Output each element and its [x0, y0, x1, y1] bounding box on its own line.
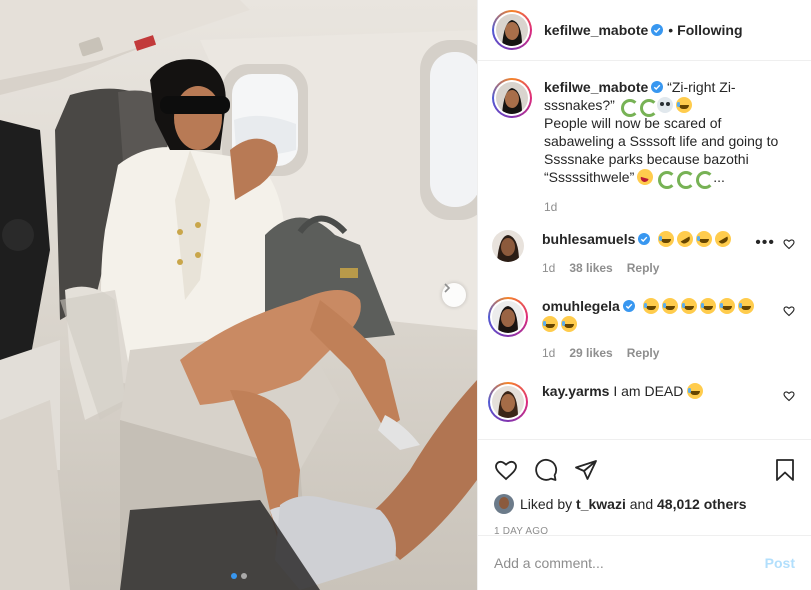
post-side-panel: kefilwe_mabote • Following kefilwe_mabot… — [477, 0, 811, 590]
window-2 — [420, 40, 477, 220]
verified-badge-icon — [651, 24, 664, 36]
snake-emoji — [694, 169, 715, 189]
following-button[interactable]: Following — [677, 22, 742, 38]
avatar-photo — [496, 14, 528, 46]
post-timestamp[interactable]: 1 DAY AGO — [478, 514, 811, 537]
rofl-emoji — [674, 228, 697, 250]
avatar-photo — [492, 301, 524, 333]
comment-likes[interactable]: 38 likes — [569, 259, 612, 277]
caption-age: 1d — [544, 200, 558, 214]
laugh-emoji — [696, 231, 713, 247]
comment-age: 1d — [542, 261, 556, 275]
laugh-emoji — [699, 298, 716, 314]
carousel-dot-2 — [240, 573, 247, 579]
add-comment-bar: Add a comment... Post — [478, 535, 811, 590]
caption: kefilwe_mabote “Zi-right Zi-sssnakes?” P… — [492, 78, 795, 216]
caption-username[interactable]: kefilwe_mabote — [544, 79, 648, 95]
post-comment-button[interactable]: Post — [765, 555, 795, 571]
skull-emoji — [656, 97, 673, 113]
author-avatar[interactable] — [492, 10, 532, 50]
liked-by-others[interactable]: 48,012 others — [657, 496, 747, 512]
laugh-emoji — [658, 231, 675, 247]
laugh-emoji — [687, 383, 704, 399]
follow-separator: • — [668, 22, 674, 38]
comment-text: I am DEAD — [613, 383, 684, 399]
comment-username[interactable]: omuhlegela — [542, 298, 620, 314]
laugh-emoji — [737, 298, 754, 314]
more-options-icon[interactable]: ••• — [755, 234, 775, 252]
comment-username[interactable]: buhlesamuels — [542, 231, 635, 247]
snake-emoji — [638, 97, 658, 117]
zany-face-emoji — [635, 167, 656, 187]
laugh-emoji — [718, 298, 735, 314]
laugh-emoji — [642, 298, 659, 314]
comment-item: buhlesamuels 1d 38 likes Reply ••• — [492, 228, 795, 277]
comment-item: omuhlegela 1d 29 likes Reply — [488, 297, 795, 362]
snake-emoji — [675, 169, 696, 189]
instagram-post: kefilwe_mabote • Following kefilwe_mabot… — [0, 0, 811, 590]
post-header: kefilwe_mabote • Following — [478, 0, 811, 61]
heart-icon[interactable] — [783, 238, 795, 250]
snake-emoji — [619, 97, 639, 117]
commenter-avatar[interactable] — [488, 297, 528, 337]
avatar-photo — [492, 386, 524, 418]
add-comment-input[interactable]: Add a comment... — [494, 555, 765, 571]
author-username[interactable]: kefilwe_mabote — [544, 22, 648, 38]
snake-emoji — [656, 169, 677, 189]
liked-by-user[interactable]: t_kwazi — [576, 496, 626, 512]
carousel-dot-1 — [230, 573, 237, 579]
comment-age: 1d — [542, 346, 556, 360]
caption-avatar[interactable] — [492, 78, 532, 118]
comment-bubble-icon[interactable] — [534, 458, 558, 482]
liked-by-prefix: Liked by — [520, 496, 573, 512]
comment-item: kay.yarms I am DEAD — [488, 382, 795, 422]
chevron-right-icon — [444, 283, 451, 293]
verified-badge-icon — [622, 300, 635, 312]
avatar-photo — [496, 82, 528, 114]
comment-username[interactable]: kay.yarms — [542, 383, 609, 399]
commenter-avatar[interactable] — [488, 382, 528, 422]
like-heart-icon[interactable] — [494, 458, 518, 482]
share-send-icon[interactable] — [574, 458, 598, 482]
laugh-emoji — [661, 298, 678, 314]
verified-badge-icon — [638, 233, 651, 245]
likes-summary: Liked by t_kwazi and 48,012 others — [478, 488, 811, 514]
verified-badge-icon — [651, 81, 664, 93]
laugh-emoji — [675, 97, 692, 113]
photo-illustration — [0, 0, 477, 590]
avatar-photo — [492, 230, 524, 262]
heart-icon[interactable] — [783, 390, 795, 402]
reply-button[interactable]: Reply — [627, 344, 660, 362]
commenter-avatar[interactable] — [492, 230, 524, 262]
laugh-emoji — [680, 298, 697, 314]
avatar-photo — [494, 494, 514, 514]
liker-avatar[interactable] — [494, 494, 514, 514]
post-photo[interactable] — [0, 0, 477, 590]
comment-likes[interactable]: 29 likes — [569, 344, 612, 362]
next-photo-button[interactable] — [442, 283, 466, 307]
post-actions: Liked by t_kwazi and 48,012 others 1 DAY… — [478, 439, 811, 590]
save-bookmark-icon[interactable] — [773, 458, 797, 482]
laugh-emoji — [542, 316, 558, 332]
laugh-emoji — [561, 316, 577, 332]
carousel-indicator — [0, 573, 477, 579]
caption-ellipsis: ... — [713, 169, 725, 185]
reply-button[interactable]: Reply — [627, 259, 660, 277]
liked-by-joiner: and — [629, 496, 654, 512]
rofl-emoji — [712, 228, 735, 250]
comments-list[interactable]: kefilwe_mabote “Zi-right Zi-sssnakes?” P… — [478, 62, 811, 439]
heart-icon[interactable] — [783, 305, 795, 317]
